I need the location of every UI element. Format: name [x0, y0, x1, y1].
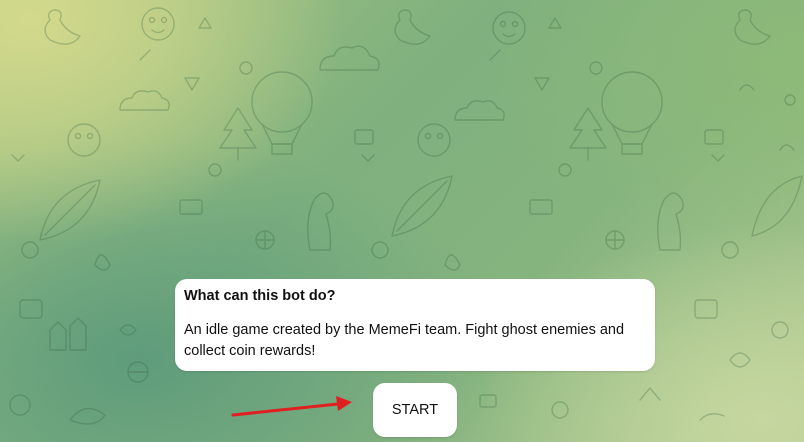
chat-background: What can this bot do? An idle game creat… — [0, 0, 804, 442]
start-button[interactable]: START — [373, 383, 457, 437]
bot-info-card: What can this bot do? An idle game creat… — [175, 279, 655, 371]
doodle-pattern — [9, 7, 803, 425]
bot-info-description: An idle game created by the MemeFi team.… — [184, 322, 625, 359]
bot-info-title: What can this bot do? — [184, 288, 336, 304]
